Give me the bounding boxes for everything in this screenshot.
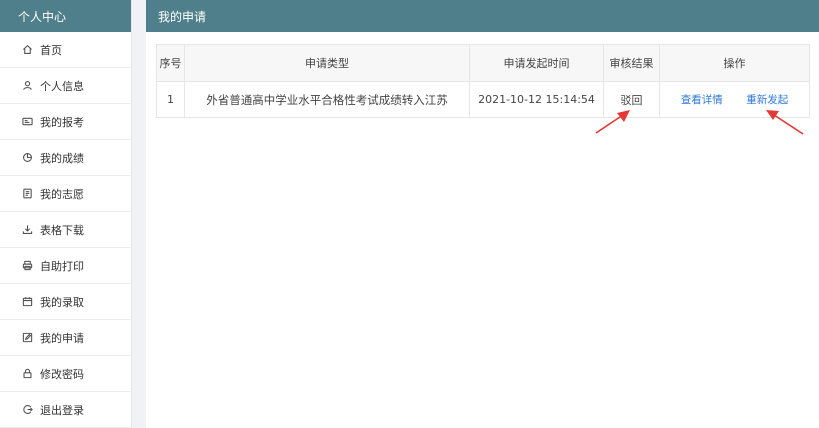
download-icon [20,224,34,235]
cell-review-result: 驳回 [603,81,660,118]
app-root: 个人中心 首页 个人信息 我的报考 我的成绩 我的志愿 表格下载 自助打印 我的… [0,0,819,428]
sidebar-item-label: 我的志愿 [40,187,84,201]
sidebar-item-registration[interactable]: 我的报考 [0,104,131,140]
printer-icon [20,260,34,271]
sidebar-title: 个人中心 [0,0,131,32]
sidebar-item-applications[interactable]: 我的申请 [0,320,131,356]
sidebar-item-label: 自助打印 [40,259,84,273]
edit-icon [20,332,34,343]
sidebar-item-label: 我的申请 [40,331,84,345]
column-header-result: 审核结果 [603,44,660,82]
sidebar-item-label: 我的录取 [40,295,84,309]
home-icon [20,44,34,55]
cell-submit-time: 2021-10-12 15:14:54 [469,81,604,118]
sidebar-item-logout[interactable]: 退出登录 [0,392,131,428]
sidebar-item-preferences[interactable]: 我的志愿 [0,176,131,212]
lock-icon [20,368,34,379]
sidebar: 个人中心 首页 个人信息 我的报考 我的成绩 我的志愿 表格下载 自助打印 我的… [0,0,132,428]
sidebar-item-label: 我的报考 [40,115,84,129]
table-header-row: 序号 申请类型 申请发起时间 审核结果 操作 [156,44,810,82]
cell-actions: 查看详情 重新发起 [659,81,810,118]
column-header-index: 序号 [156,44,185,82]
table-row: 1 外省普通高中学业水平合格性考试成绩转入江苏 2021-10-12 15:14… [156,81,810,118]
sidebar-item-label: 个人信息 [40,79,84,93]
logout-icon [20,404,34,415]
sidebar-menu: 首页 个人信息 我的报考 我的成绩 我的志愿 表格下载 自助打印 我的录取 我的… [0,32,131,428]
calendar-icon [20,296,34,307]
column-header-time: 申请发起时间 [469,44,604,82]
sidebar-item-label: 修改密码 [40,367,84,381]
resubmit-link[interactable]: 重新发起 [746,94,788,106]
sidebar-item-print[interactable]: 自助打印 [0,248,131,284]
page-title: 我的申请 [146,0,819,32]
document-icon [20,188,34,199]
sidebar-item-downloads[interactable]: 表格下载 [0,212,131,248]
column-header-actions: 操作 [659,44,810,82]
pie-chart-icon [20,152,34,163]
sidebar-item-label: 退出登录 [40,403,84,417]
sidebar-item-label: 表格下载 [40,223,84,237]
sidebar-item-label: 我的成绩 [40,151,84,165]
main-panel: 我的申请 序号 申请类型 申请发起时间 审核结果 操作 1 外省普通高中学业水平… [146,0,819,428]
id-card-icon [20,116,34,127]
sidebar-item-admission[interactable]: 我的录取 [0,284,131,320]
cell-application-type: 外省普通高中学业水平合格性考试成绩转入江苏 [184,81,470,118]
user-icon [20,80,34,91]
sidebar-item-scores[interactable]: 我的成绩 [0,140,131,176]
sidebar-item-profile[interactable]: 个人信息 [0,68,131,104]
cell-index: 1 [156,81,185,118]
sidebar-item-change-password[interactable]: 修改密码 [0,356,131,392]
applications-table: 序号 申请类型 申请发起时间 审核结果 操作 1 外省普通高中学业水平合格性考试… [156,44,810,118]
sidebar-item-label: 首页 [40,43,62,57]
sidebar-item-home[interactable]: 首页 [0,32,131,68]
column-header-type: 申请类型 [184,44,470,82]
view-details-link[interactable]: 查看详情 [681,94,723,106]
